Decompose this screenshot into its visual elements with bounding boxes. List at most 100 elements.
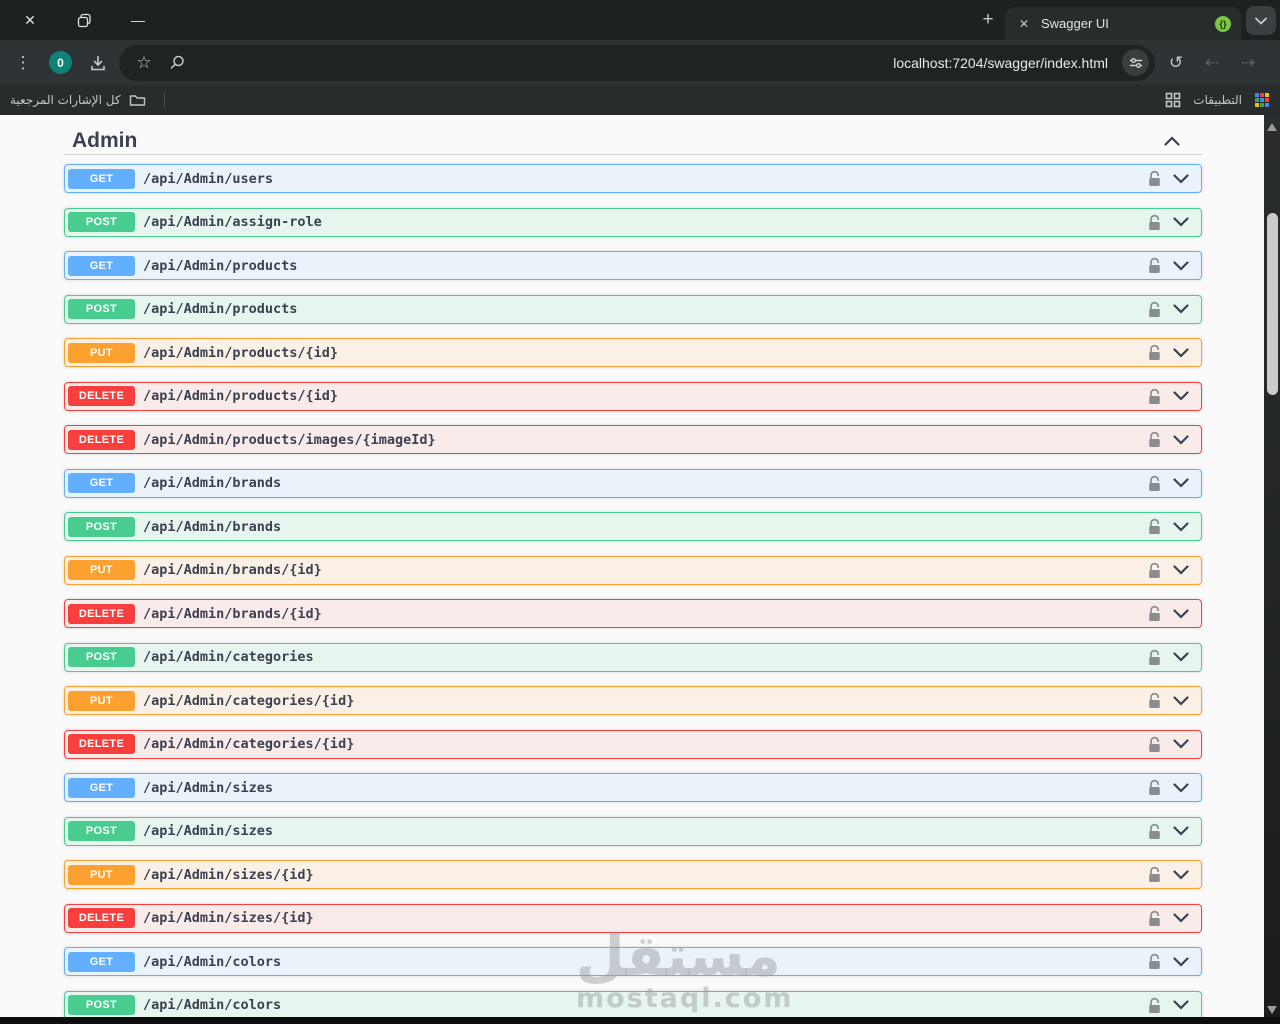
search-icon[interactable] — [169, 54, 186, 71]
chevron-down-icon[interactable] — [1173, 521, 1189, 532]
endpoint-path: /api/Admin/colors — [143, 997, 282, 1013]
chevron-down-icon[interactable] — [1173, 826, 1189, 836]
endpoint-row[interactable]: DELETE /api/Admin/products/{id} — [64, 381, 1202, 411]
unlocked-padlock-icon[interactable] — [1147, 649, 1162, 666]
bookmark-star-icon[interactable]: ☆ — [133, 48, 155, 78]
method-badge: GET — [68, 255, 135, 276]
endpoint-path: /api/Admin/products — [143, 301, 298, 317]
endpoint-row[interactable]: DELETE /api/Admin/categories/{id} — [64, 729, 1202, 759]
address-bar[interactable]: ☆ localhost:7204/swagger/index.html — [119, 44, 1155, 81]
chevron-down-icon[interactable] — [1173, 304, 1189, 314]
endpoint-row[interactable]: POST /api/Admin/assign-role — [64, 207, 1202, 237]
chevron-down-icon[interactable] — [1173, 173, 1189, 184]
reload-icon[interactable]: ↺ — [1161, 48, 1191, 78]
back-icon[interactable]: ⇠ — [1197, 48, 1227, 78]
unlocked-padlock-icon[interactable] — [1147, 301, 1162, 318]
unlocked-padlock-icon[interactable] — [1147, 518, 1162, 535]
chevron-down-icon[interactable] — [1173, 652, 1189, 662]
all-bookmarks-button[interactable]: كل الإشارات المرجعية — [10, 92, 165, 108]
scrollbar-thumb[interactable] — [1266, 213, 1278, 395]
close-window-icon[interactable]: ✕ — [14, 6, 46, 34]
unlocked-padlock-icon[interactable] — [1147, 170, 1162, 187]
endpoint-row[interactable]: DELETE /api/Admin/products/images/{image… — [64, 425, 1202, 454]
tab-close-icon[interactable]: ✕ — [1015, 15, 1033, 33]
unlocked-padlock-icon[interactable] — [1147, 257, 1162, 274]
apps-colored-grid-icon[interactable] — [1254, 92, 1270, 108]
url-text[interactable]: localhost:7204/swagger/index.html — [200, 55, 1108, 71]
chevron-down-icon[interactable] — [1173, 695, 1189, 706]
unlocked-padlock-icon[interactable] — [1147, 692, 1162, 709]
chevron-down-icon[interactable] — [1173, 391, 1189, 401]
method-badge: DELETE — [68, 603, 135, 624]
chevron-down-icon[interactable] — [1173, 478, 1189, 488]
endpoint-path: /api/Admin/products/{id} — [143, 388, 339, 404]
restore-window-icon[interactable] — [68, 6, 100, 34]
menu-kebab-icon[interactable]: ⋮ — [8, 48, 38, 78]
minimize-window-icon[interactable]: — — [122, 6, 154, 34]
chevron-down-icon[interactable] — [1173, 1000, 1189, 1010]
chevron-down-icon[interactable] — [1173, 739, 1189, 749]
endpoint-row[interactable]: GET /api/Admin/products — [64, 251, 1202, 280]
tag-section-header[interactable]: Admin — [64, 115, 1202, 155]
unlocked-padlock-icon[interactable] — [1147, 910, 1162, 927]
unlocked-padlock-icon[interactable] — [1147, 779, 1162, 796]
scroll-down-icon[interactable] — [1267, 1006, 1277, 1014]
grid-icon[interactable] — [1165, 92, 1181, 108]
chevron-down-icon[interactable] — [1173, 217, 1189, 227]
chevron-down-icon[interactable] — [1173, 565, 1189, 575]
scrollbar[interactable] — [1264, 115, 1280, 1024]
method-badge: DELETE — [68, 429, 135, 450]
endpoint-row[interactable]: PUT /api/Admin/categories/{id} — [64, 686, 1202, 715]
unlocked-padlock-icon[interactable] — [1147, 344, 1162, 361]
endpoint-row[interactable]: GET /api/Admin/sizes — [64, 773, 1202, 802]
method-badge: POST — [68, 299, 135, 319]
endpoint-row[interactable]: GET /api/Admin/users — [64, 164, 1202, 193]
unlocked-padlock-icon[interactable] — [1147, 953, 1162, 970]
chevron-down-icon[interactable] — [1173, 913, 1189, 923]
unlocked-padlock-icon[interactable] — [1147, 736, 1162, 753]
unlocked-padlock-icon[interactable] — [1147, 997, 1162, 1014]
browser-tab[interactable]: ✕ Swagger UI {} — [1005, 7, 1241, 40]
endpoint-row[interactable]: DELETE /api/Admin/brands/{id} — [64, 599, 1202, 628]
unlocked-padlock-icon[interactable] — [1147, 388, 1162, 405]
section-title[interactable]: Admin — [72, 129, 137, 153]
endpoint-row[interactable]: PUT /api/Admin/products/{id} — [64, 338, 1202, 367]
chevron-down-icon[interactable] — [1173, 869, 1189, 880]
endpoint-row[interactable]: DELETE /api/Admin/sizes/{id} — [64, 903, 1202, 933]
endpoint-row[interactable]: POST /api/Admin/brands — [64, 512, 1202, 541]
endpoint-row[interactable]: PUT /api/Admin/sizes/{id} — [64, 860, 1202, 889]
apps-label[interactable]: التطبيقات — [1193, 93, 1242, 107]
method-badge: DELETE — [68, 908, 135, 928]
chevron-down-icon[interactable] — [1173, 608, 1189, 619]
unlocked-padlock-icon[interactable] — [1147, 431, 1162, 448]
downloads-icon[interactable] — [83, 48, 113, 78]
endpoint-row[interactable]: POST /api/Admin/categories — [64, 642, 1202, 672]
bookmarks-bar: كل الإشارات المرجعية التطبيقات — [0, 85, 1280, 115]
chevron-down-icon[interactable] — [1173, 782, 1189, 793]
new-tab-button[interactable]: + — [975, 6, 1001, 34]
chevron-down-icon[interactable] — [1173, 956, 1189, 967]
chevron-down-icon[interactable] — [1173, 347, 1189, 358]
endpoint-row[interactable]: GET /api/Admin/colors — [64, 947, 1202, 976]
unlocked-padlock-icon[interactable] — [1147, 605, 1162, 622]
chevron-down-icon[interactable] — [1173, 434, 1189, 445]
unlocked-padlock-icon[interactable] — [1147, 214, 1162, 231]
unlocked-padlock-icon[interactable] — [1147, 475, 1162, 492]
endpoint-row[interactable]: PUT /api/Admin/brands/{id} — [64, 555, 1202, 585]
forward-icon[interactable]: ⇢ — [1233, 48, 1263, 78]
endpoint-row[interactable]: POST /api/Admin/products — [64, 294, 1202, 324]
unlocked-padlock-icon[interactable] — [1147, 562, 1162, 579]
tab-search-chevron-icon[interactable] — [1246, 6, 1276, 35]
endpoint-row[interactable]: POST /api/Admin/sizes — [64, 816, 1202, 846]
site-settings-tune-icon[interactable] — [1122, 49, 1149, 76]
endpoint-row[interactable]: GET /api/Admin/brands — [64, 468, 1202, 498]
chevron-up-icon[interactable] — [1164, 135, 1180, 146]
unlocked-padlock-icon[interactable] — [1147, 823, 1162, 840]
download-count-badge[interactable]: 0 — [49, 51, 72, 74]
chevron-down-icon[interactable] — [1173, 260, 1189, 271]
scroll-up-icon[interactable] — [1267, 123, 1277, 131]
endpoint-path: /api/Admin/categories/{id} — [143, 736, 355, 752]
endpoint-path: /api/Admin/sizes — [143, 779, 274, 796]
unlocked-padlock-icon[interactable] — [1147, 866, 1162, 883]
endpoint-row[interactable]: POST /api/Admin/colors — [64, 990, 1202, 1020]
